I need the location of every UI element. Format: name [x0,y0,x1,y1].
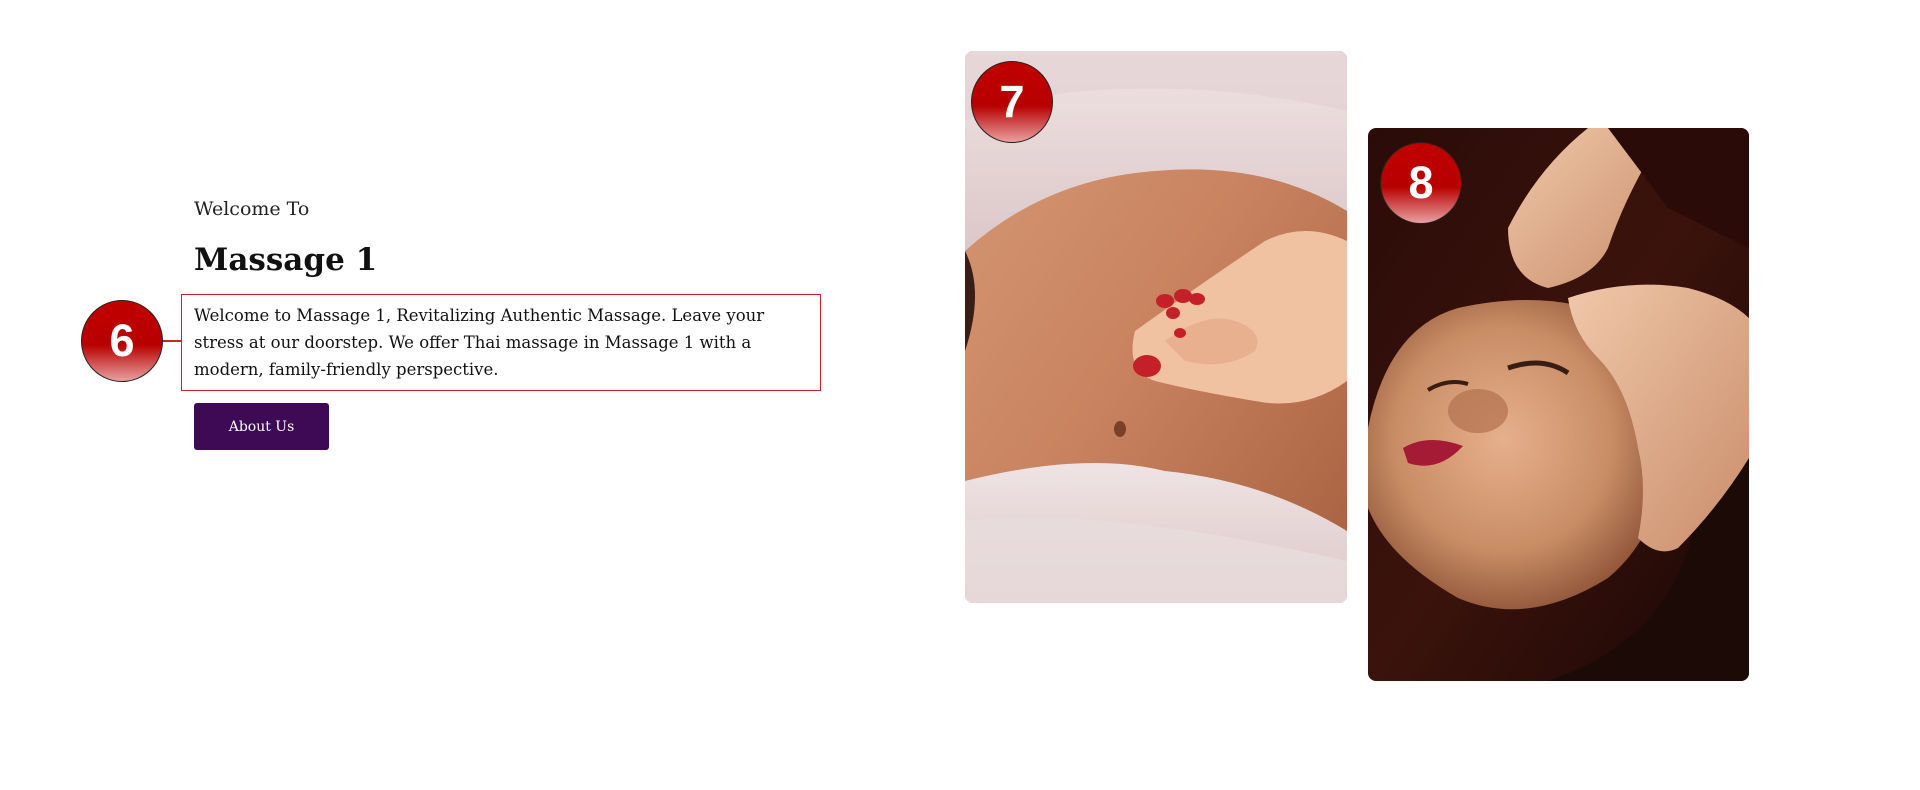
annotation-connector [161,340,182,342]
welcome-eyebrow: Welcome To [194,198,310,220]
page-title: Massage 1 [194,242,378,278]
annotation-badge-8: 8 [1380,142,1462,224]
annotation-badge-6: 6 [81,300,163,382]
annotation-badge-7: 7 [971,61,1053,143]
about-us-button[interactable]: About Us [194,403,329,450]
intro-description: Welcome to Massage 1, Revitalizing Authe… [194,306,765,379]
